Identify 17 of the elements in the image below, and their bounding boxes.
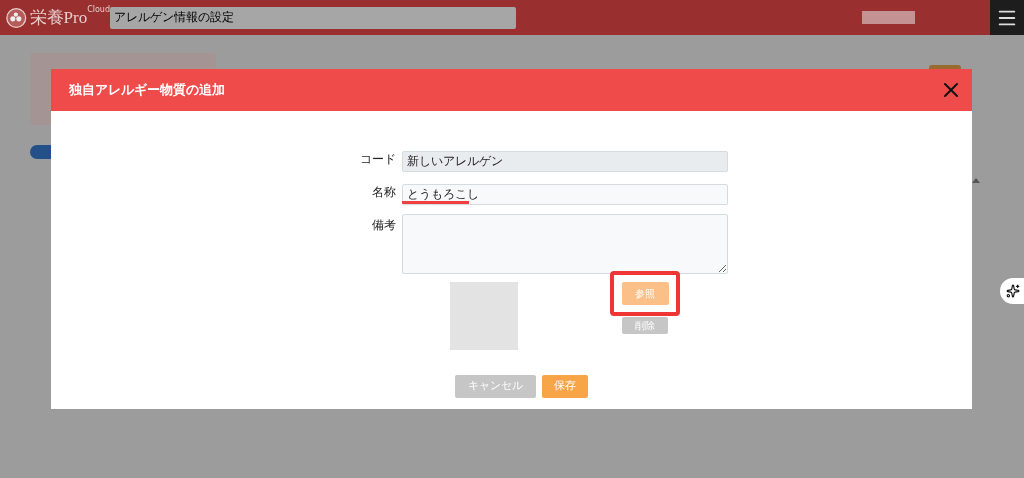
logo-subtext: Cloud [87,3,110,16]
menu-button[interactable] [990,0,1024,35]
search-field[interactable]: アレルゲン情報の設定 [110,6,516,29]
logo-icon [6,5,27,30]
field-label: 備考 [371,217,396,234]
dialog-title: 独自アレルギー物質の追加 [69,81,225,100]
save-button[interactable]: 保存 [542,375,588,398]
text-field[interactable]: とうもろこし [402,184,728,205]
notes-field[interactable] [402,214,728,274]
sparkle-icon [1006,284,1020,298]
field-label: コード [359,151,396,168]
assistant-button[interactable] [1000,278,1024,304]
logo-text: 栄養Pro [29,9,88,26]
image-placeholder [450,282,518,350]
underline-mark [402,201,469,204]
field-label: 名称 [371,184,396,201]
browse-button[interactable]: 参照 [621,282,669,305]
